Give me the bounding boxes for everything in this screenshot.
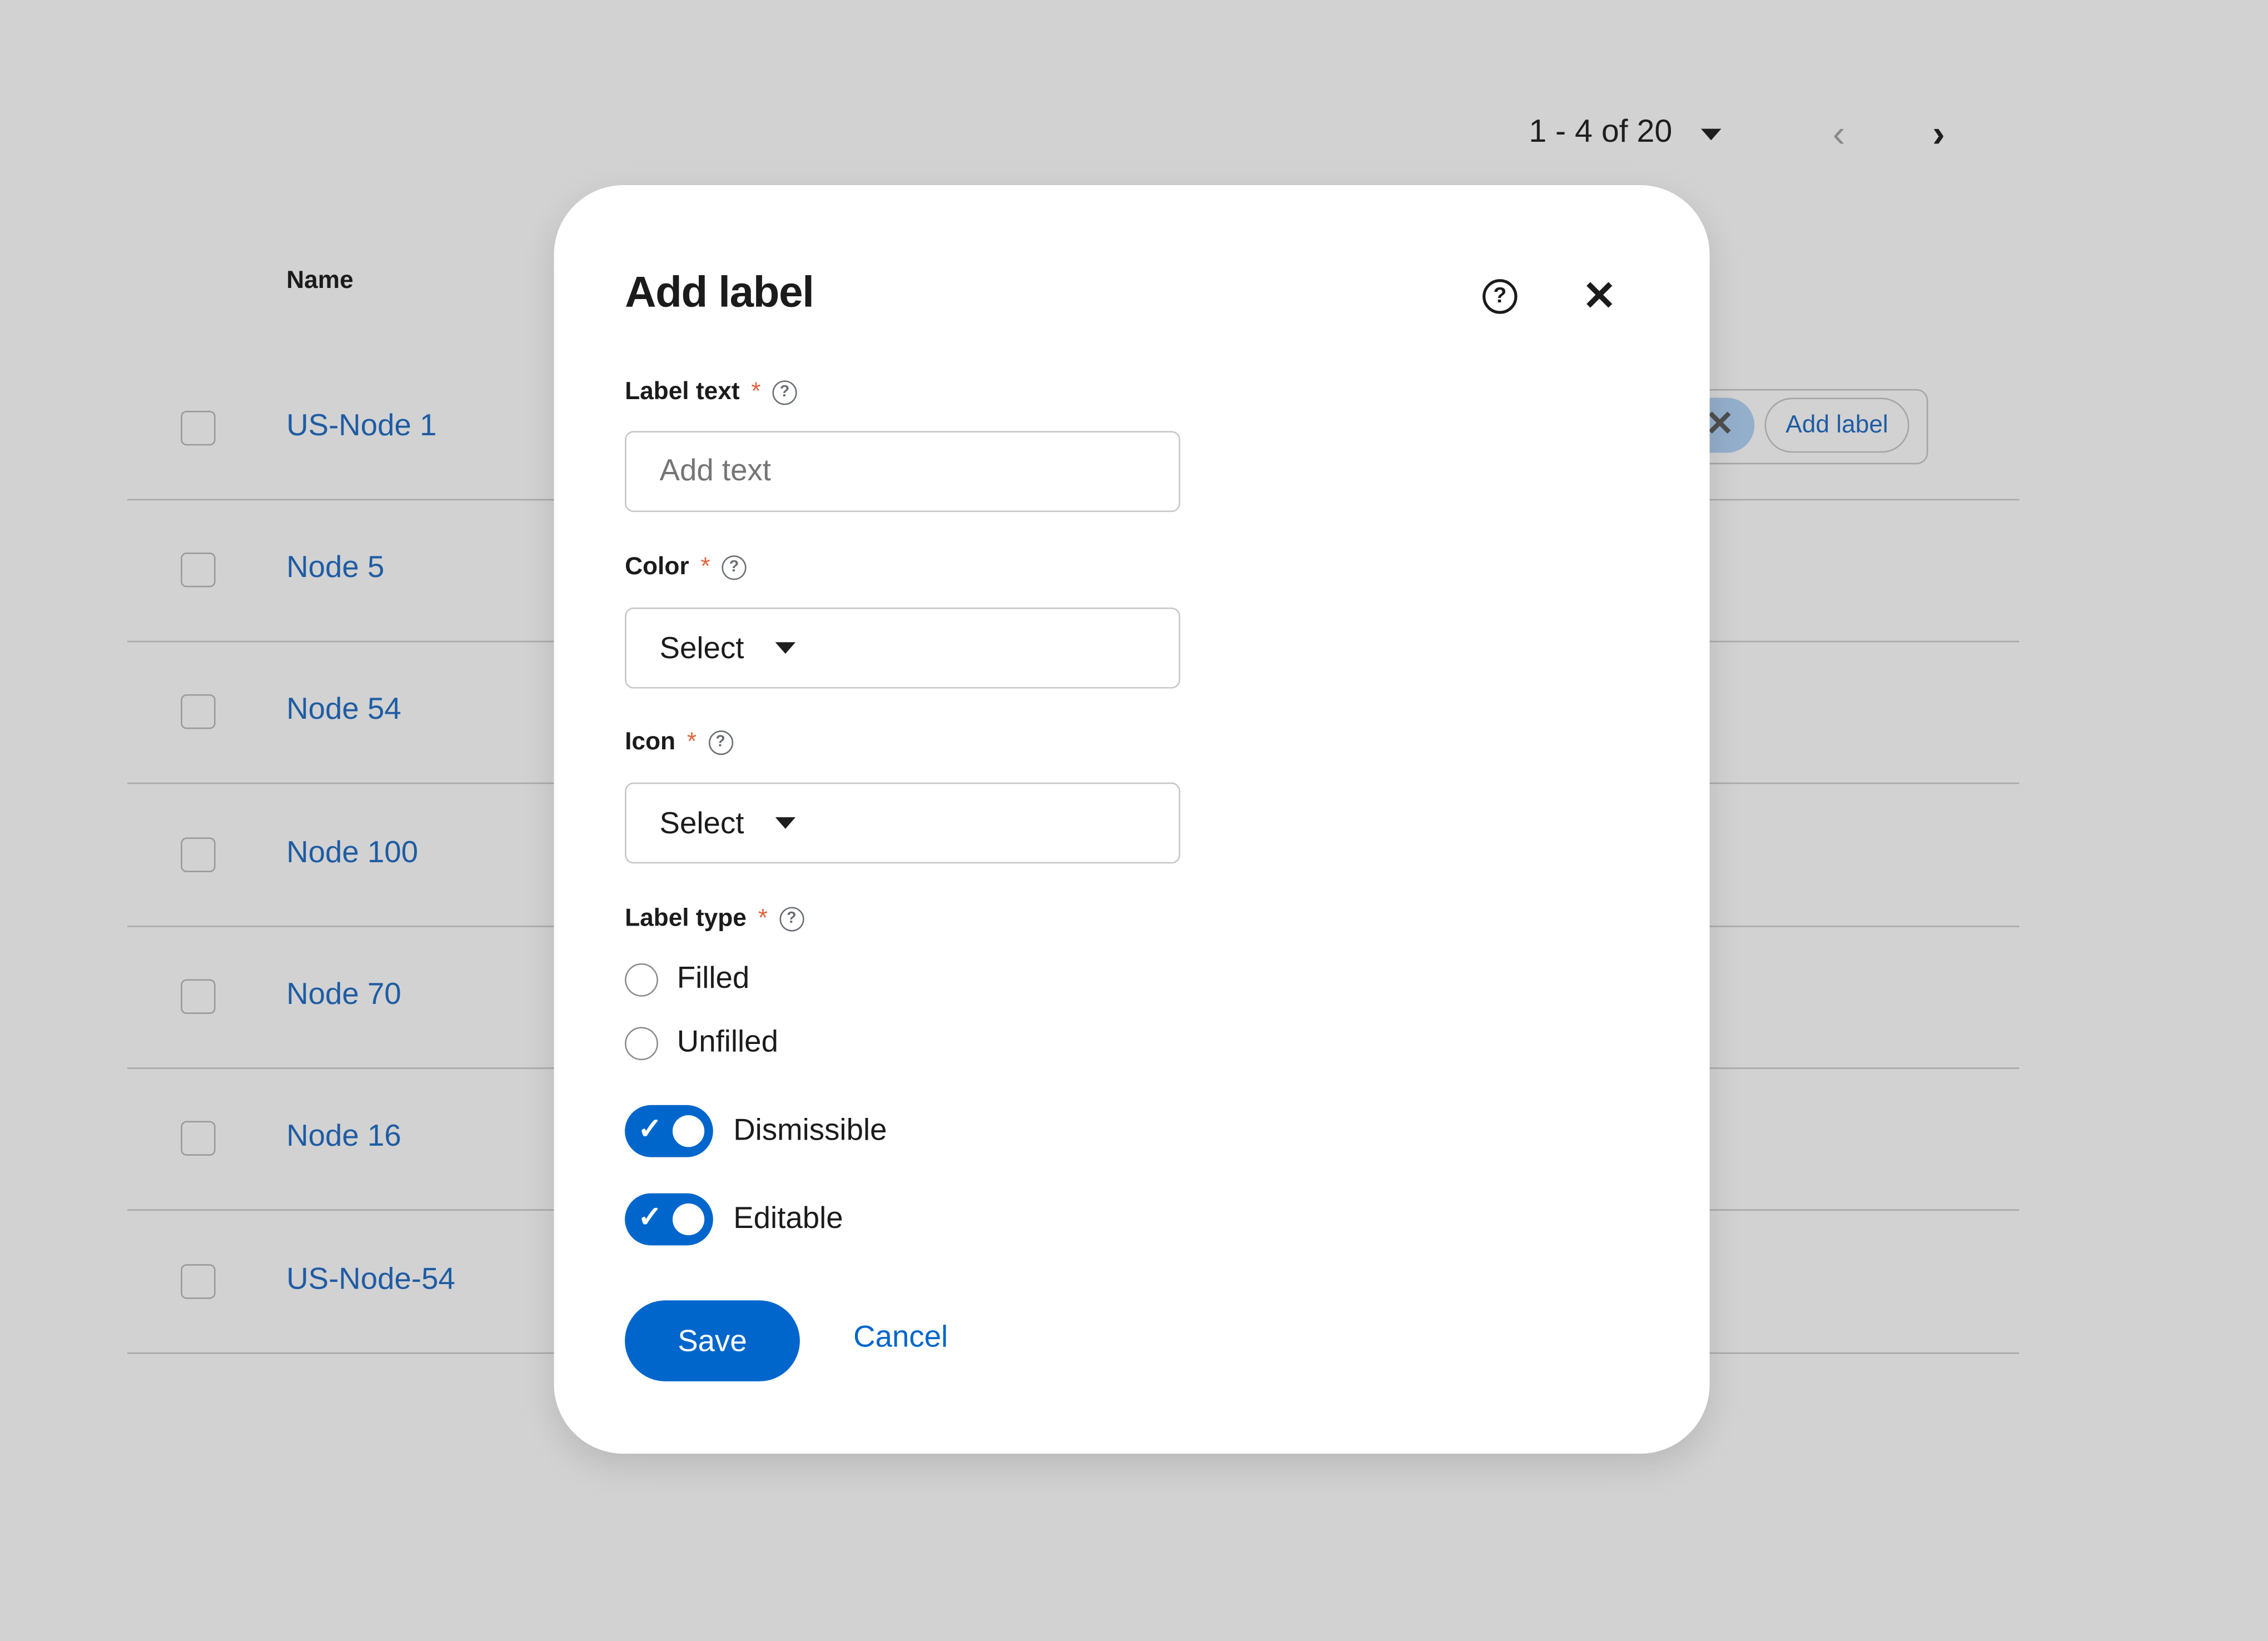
add-label-chip[interactable]: Add label xyxy=(1764,397,1909,453)
help-icon[interactable]: ? xyxy=(708,729,733,754)
radio-label: Filled xyxy=(677,962,750,996)
switch-toggle[interactable]: ✓ xyxy=(625,1193,713,1246)
required-asterisk: * xyxy=(700,552,710,580)
color-label: Color *? xyxy=(625,553,747,581)
icon-select-value: Select xyxy=(659,806,744,840)
row-name-link[interactable]: Node 54 xyxy=(286,693,401,727)
row-checkbox[interactable] xyxy=(181,410,216,446)
required-asterisk: * xyxy=(751,377,761,405)
label-text-input[interactable] xyxy=(625,431,1181,513)
page: 1 - 4 of 20 ‹ › Name US-Node 1 Node 5 No… xyxy=(0,0,2268,1640)
check-icon: ✓ xyxy=(638,1202,663,1234)
close-icon[interactable]: ✕ xyxy=(1583,272,1617,320)
radio-circle[interactable] xyxy=(625,962,658,996)
required-asterisk: * xyxy=(687,727,697,755)
icon-label-text: Icon xyxy=(625,727,676,755)
label-text-label: Label text *? xyxy=(625,377,797,406)
row-checkbox[interactable] xyxy=(181,1121,216,1156)
color-select-value: Select xyxy=(659,631,744,665)
cancel-button[interactable]: Cancel xyxy=(853,1321,948,1355)
pagination-of: of xyxy=(1601,112,1628,150)
add-label-modal: Add label ? ✕ Label text *? Color *? Selec… xyxy=(554,185,1710,1454)
radio-circle[interactable] xyxy=(625,1026,658,1060)
row-checkbox[interactable] xyxy=(181,552,216,588)
editable-switch[interactable]: ✓ Editable xyxy=(625,1193,843,1246)
caret-down-icon xyxy=(775,642,797,654)
help-icon[interactable]: ? xyxy=(1483,279,1518,314)
pagination-caret-down-icon[interactable] xyxy=(1700,128,1722,141)
row-name-link[interactable]: US-Node 1 xyxy=(286,409,436,444)
row-name-link[interactable]: US-Node-54 xyxy=(286,1263,455,1297)
color-select[interactable]: Select xyxy=(625,607,1181,689)
pagination-total: 20 xyxy=(1637,112,1673,150)
switch-label: Editable xyxy=(733,1202,843,1236)
row-name-link[interactable]: Node 16 xyxy=(286,1120,401,1154)
column-header-name[interactable]: Name xyxy=(286,266,354,295)
pagination-range-text: 1 - 4 xyxy=(1529,112,1593,150)
next-page-button[interactable]: › xyxy=(1932,115,1945,152)
label-type-label-text: Label type xyxy=(625,904,747,932)
pagination-range: 1 - 4 of 20 xyxy=(1529,113,1672,151)
radio-label: Unfilled xyxy=(677,1025,778,1059)
icon-select[interactable]: Select xyxy=(625,782,1181,864)
dismissible-switch[interactable]: ✓ Dismissible xyxy=(625,1105,887,1157)
icon-label: Icon *? xyxy=(625,728,733,757)
row-checkbox[interactable] xyxy=(181,979,216,1015)
help-icon[interactable]: ? xyxy=(772,380,797,405)
help-icon[interactable]: ? xyxy=(722,554,747,580)
switch-knob xyxy=(672,1203,705,1236)
help-icon[interactable]: ? xyxy=(779,906,804,931)
radio-filled[interactable]: Filled xyxy=(625,962,749,996)
previous-page-button[interactable]: ‹ xyxy=(1833,115,1846,152)
row-name-link[interactable]: Node 70 xyxy=(286,978,401,1012)
switch-toggle[interactable]: ✓ xyxy=(625,1105,713,1157)
save-button[interactable]: Save xyxy=(625,1300,800,1381)
radio-unfilled[interactable]: Unfilled xyxy=(625,1026,778,1060)
switch-knob xyxy=(672,1115,705,1147)
row-checkbox[interactable] xyxy=(181,837,216,873)
color-label-text: Color xyxy=(625,552,689,580)
required-asterisk: * xyxy=(758,904,768,932)
modal-title: Add label xyxy=(625,268,814,317)
check-icon: ✓ xyxy=(638,1113,663,1146)
row-checkbox[interactable] xyxy=(181,694,216,729)
label-type-label: Label type *? xyxy=(625,904,804,933)
switch-label: Dismissible xyxy=(733,1113,887,1147)
row-name-link[interactable]: Node 5 xyxy=(286,551,384,585)
label-group: ✕ Add label xyxy=(1672,389,1928,465)
label-text-label-text: Label text xyxy=(625,377,740,405)
row-name-link[interactable]: Node 100 xyxy=(286,836,418,871)
caret-down-icon xyxy=(775,817,797,829)
row-checkbox[interactable] xyxy=(181,1264,216,1299)
